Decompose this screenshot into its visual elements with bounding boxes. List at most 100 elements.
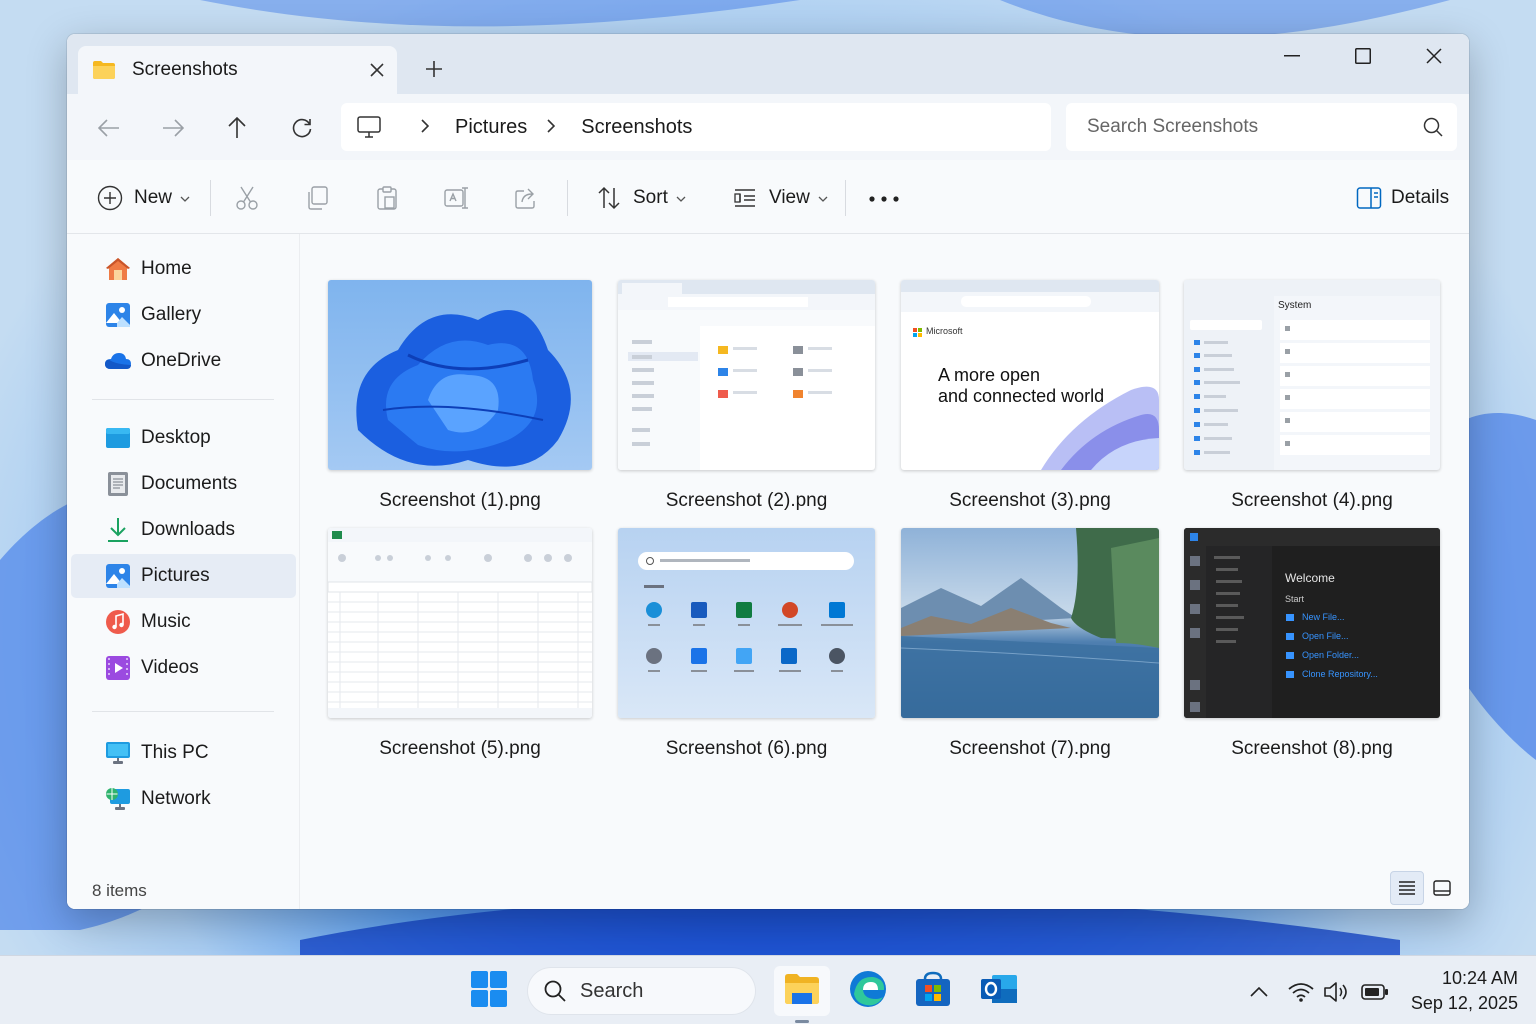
this-pc-icon	[104, 739, 132, 767]
file-item[interactable]: Screenshot (1).png	[328, 280, 592, 512]
thumb-brand: Microsoft	[926, 326, 963, 336]
file-item[interactable]: Screenshot (6).png	[618, 528, 875, 760]
refresh-button[interactable]	[280, 106, 324, 150]
file-name: Screenshot (5).png	[379, 738, 541, 759]
sidebar-item-music[interactable]: Music	[71, 600, 296, 644]
thumb-link: Clone Repository...	[1302, 669, 1378, 679]
file-item[interactable]: Screenshot (2).png	[618, 280, 875, 512]
chevron-right-icon[interactable]	[547, 117, 556, 138]
search-icon[interactable]	[1423, 117, 1443, 137]
volume-icon[interactable]	[1323, 978, 1351, 1006]
chevron-right-icon[interactable]	[421, 117, 430, 138]
search-input[interactable]	[1087, 116, 1423, 138]
new-label: New	[134, 187, 173, 208]
view-button[interactable]: View	[731, 178, 828, 218]
videos-icon	[104, 654, 132, 682]
gallery-icon	[104, 301, 132, 329]
rename-button[interactable]	[442, 178, 470, 218]
forward-button[interactable]	[151, 106, 195, 150]
sidebar-item-gallery[interactable]: Gallery	[71, 293, 296, 337]
wifi-icon[interactable]	[1287, 978, 1315, 1006]
file-thumbnail: Microsoft A more open and connected worl…	[901, 280, 1159, 470]
close-window-button[interactable]	[1399, 34, 1469, 78]
sidebar-item-videos[interactable]: Videos	[71, 646, 296, 690]
clock-time: 10:24 AM	[1441, 968, 1518, 988]
thumb-headline-1: A more open	[938, 365, 1041, 385]
details-button[interactable]: Details	[1355, 178, 1449, 218]
item-count: 8 items	[92, 881, 147, 900]
sort-button[interactable]: Sort	[595, 178, 686, 218]
file-explorer-window: Screenshots Pictures Screenshots Search …	[67, 34, 1469, 909]
toolbar-divider	[567, 180, 568, 216]
chevron-up-icon[interactable]	[1245, 978, 1273, 1006]
more-options-icon	[867, 187, 901, 209]
command-bar: New Sort View Details	[67, 160, 1469, 234]
navigation-pane: Home Gallery OneDrive Desktop Documents	[67, 234, 300, 909]
tab-screenshots[interactable]: Screenshots	[78, 46, 397, 94]
network-icon	[104, 785, 132, 813]
details-view-toggle[interactable]	[1390, 871, 1424, 905]
minimize-button[interactable]	[1257, 34, 1327, 78]
maximize-button[interactable]	[1328, 34, 1398, 78]
sidebar-item-documents[interactable]: Documents	[71, 462, 296, 506]
more-options-button[interactable]	[867, 178, 901, 218]
sidebar-item-this-pc[interactable]: This PC	[71, 731, 296, 775]
paste-button[interactable]	[373, 178, 401, 218]
sidebar-item-network[interactable]: Network	[71, 777, 296, 821]
documents-icon	[104, 470, 132, 498]
file-explorer-icon	[784, 973, 820, 1010]
toolbar-divider	[845, 180, 846, 216]
cut-button[interactable]	[233, 178, 261, 218]
sort-label: Sort	[633, 187, 668, 208]
file-item[interactable]: System Screenshot (4).png	[1184, 280, 1440, 512]
sidebar-item-label: Documents	[141, 473, 238, 494]
chevron-down-icon	[818, 191, 828, 205]
sidebar-item-label: Desktop	[141, 427, 211, 448]
thumb-link: Open File...	[1302, 631, 1349, 641]
battery-icon[interactable]	[1361, 978, 1389, 1006]
home-icon	[104, 255, 132, 283]
file-thumbnail	[901, 528, 1159, 718]
sidebar-item-onedrive[interactable]: OneDrive	[71, 339, 296, 383]
downloads-icon	[104, 516, 132, 544]
sidebar-item-home[interactable]: Home	[71, 247, 296, 291]
file-item[interactable]: Welcome Start New File... Open File... O…	[1184, 528, 1440, 760]
start-button[interactable]	[461, 966, 517, 1016]
navigation-bar: Pictures Screenshots	[67, 94, 1469, 160]
taskbar-outlook[interactable]	[971, 966, 1027, 1016]
search-box[interactable]	[1066, 103, 1457, 151]
copy-button[interactable]	[303, 178, 331, 218]
sidebar-item-desktop[interactable]: Desktop	[71, 416, 296, 460]
file-item[interactable]: Microsoft A more open and connected worl…	[901, 280, 1159, 512]
file-item[interactable]: Screenshot (7).png	[901, 528, 1159, 760]
file-thumbnail: System	[1184, 280, 1440, 470]
large-icons-view-toggle[interactable]	[1425, 871, 1459, 905]
file-item[interactable]: Screenshot (5).png	[328, 528, 592, 760]
new-button[interactable]: New	[96, 178, 190, 218]
close-tab-icon[interactable]	[357, 50, 397, 90]
clock[interactable]: 10:24 AM Sep 12, 2025	[1406, 966, 1518, 1016]
store-icon	[915, 971, 951, 1012]
breadcrumb-pictures[interactable]: Pictures	[455, 116, 527, 139]
rename-icon	[442, 184, 470, 212]
taskbar-file-explorer[interactable]	[774, 966, 830, 1016]
taskbar-edge[interactable]	[840, 966, 896, 1016]
outlook-icon	[980, 971, 1018, 1012]
new-tab-button[interactable]	[417, 52, 451, 86]
taskbar-store[interactable]	[905, 966, 961, 1016]
address-bar[interactable]: Pictures Screenshots	[341, 103, 1051, 151]
taskbar-search[interactable]: Search	[528, 968, 755, 1014]
up-button[interactable]	[215, 106, 259, 150]
sidebar-item-pictures[interactable]: Pictures	[71, 554, 296, 598]
desktop-folder-icon	[104, 424, 132, 452]
this-pc-icon[interactable]	[357, 116, 381, 138]
share-button[interactable]	[512, 178, 540, 218]
sidebar-item-downloads[interactable]: Downloads	[71, 508, 296, 552]
thumb-heading: System	[1278, 300, 1312, 311]
back-button[interactable]	[87, 106, 131, 150]
file-name: Screenshot (3).png	[949, 490, 1111, 511]
scissors-icon	[233, 184, 261, 212]
breadcrumb-screenshots[interactable]: Screenshots	[581, 116, 692, 139]
file-grid: Screenshot (1).png Screenshot (2).png Mi…	[300, 234, 1469, 909]
titlebar: Screenshots	[67, 34, 1469, 94]
